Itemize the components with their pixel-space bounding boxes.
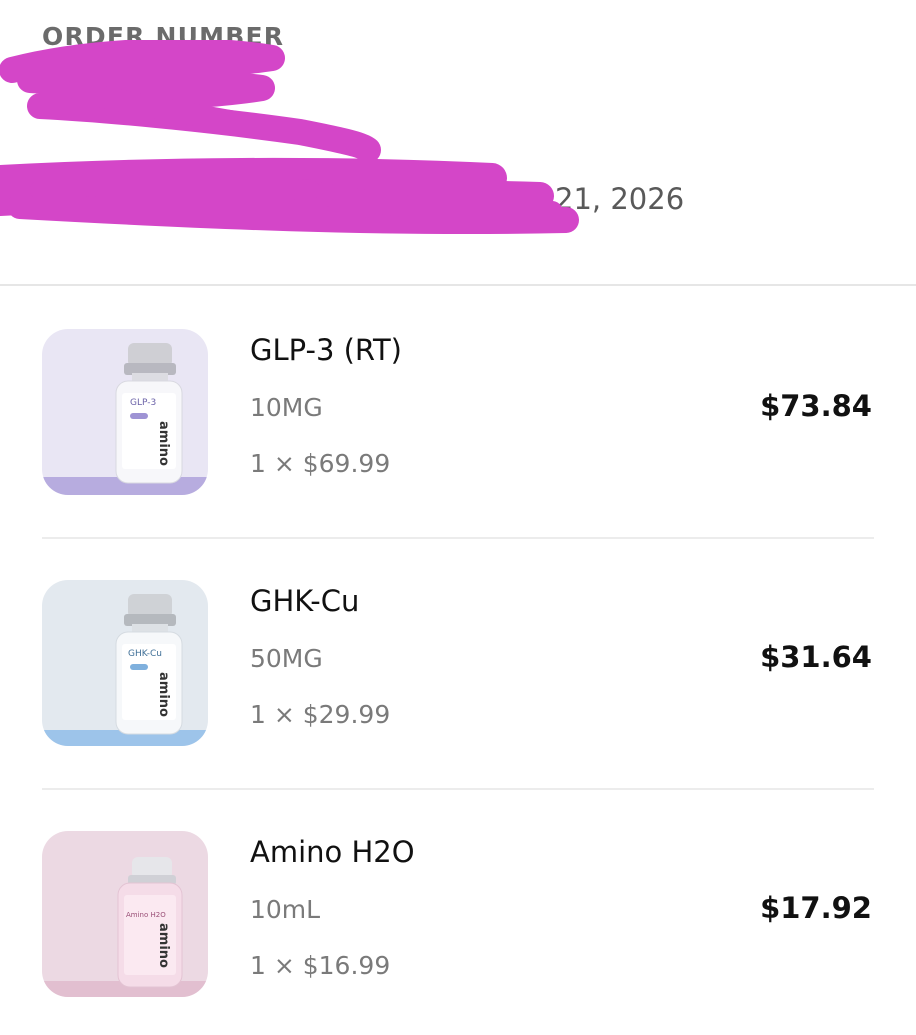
item-divider <box>42 788 874 790</box>
vial-illustration: GLP-3 amino <box>42 329 208 495</box>
order-details-page: ORDER NUMBER 21, 2026 GLP-3 amino GLP-3 … <box>0 0 916 1035</box>
svg-text:GLP-3: GLP-3 <box>130 398 156 408</box>
order-date-text: 21, 2026 <box>555 182 685 216</box>
order-item[interactable]: Amino H2O amino Amino H2O 10mL 1 × $16.9… <box>0 831 916 1031</box>
product-quantity-price: 1 × $16.99 <box>250 951 391 980</box>
product-total: $31.64 <box>760 640 872 674</box>
product-name: Amino H2O <box>250 835 415 869</box>
svg-text:amino: amino <box>156 923 171 968</box>
svg-text:amino: amino <box>156 421 171 466</box>
product-quantity-price: 1 × $69.99 <box>250 449 391 478</box>
product-name: GLP-3 (RT) <box>250 333 402 367</box>
vial-illustration: Amino H2O amino <box>42 831 208 997</box>
svg-text:amino: amino <box>156 672 171 717</box>
product-variant: 10mL <box>250 895 321 924</box>
order-item[interactable]: GHK-Cu amino GHK-Cu 50MG 1 × $29.99 $31.… <box>0 580 916 780</box>
product-image: GLP-3 amino <box>42 329 208 495</box>
redaction-scribble <box>0 40 579 235</box>
vial-illustration: GHK-Cu amino <box>42 580 208 746</box>
product-image: GHK-Cu amino <box>42 580 208 746</box>
svg-text:Amino H2O: Amino H2O <box>126 911 166 919</box>
product-name: GHK-Cu <box>250 584 360 618</box>
order-number-label: ORDER NUMBER <box>42 22 285 51</box>
product-total: $17.92 <box>760 891 872 925</box>
product-variant: 10MG <box>250 393 323 422</box>
svg-text:GHK-Cu: GHK-Cu <box>128 649 162 659</box>
header-divider <box>0 284 916 286</box>
product-image: Amino H2O amino <box>42 831 208 997</box>
product-quantity-price: 1 × $29.99 <box>250 700 391 729</box>
product-variant: 50MG <box>250 644 323 673</box>
product-total: $73.84 <box>760 389 872 423</box>
order-item[interactable]: GLP-3 amino GLP-3 (RT) 10MG 1 × $69.99 $… <box>0 329 916 529</box>
item-divider <box>42 537 874 539</box>
